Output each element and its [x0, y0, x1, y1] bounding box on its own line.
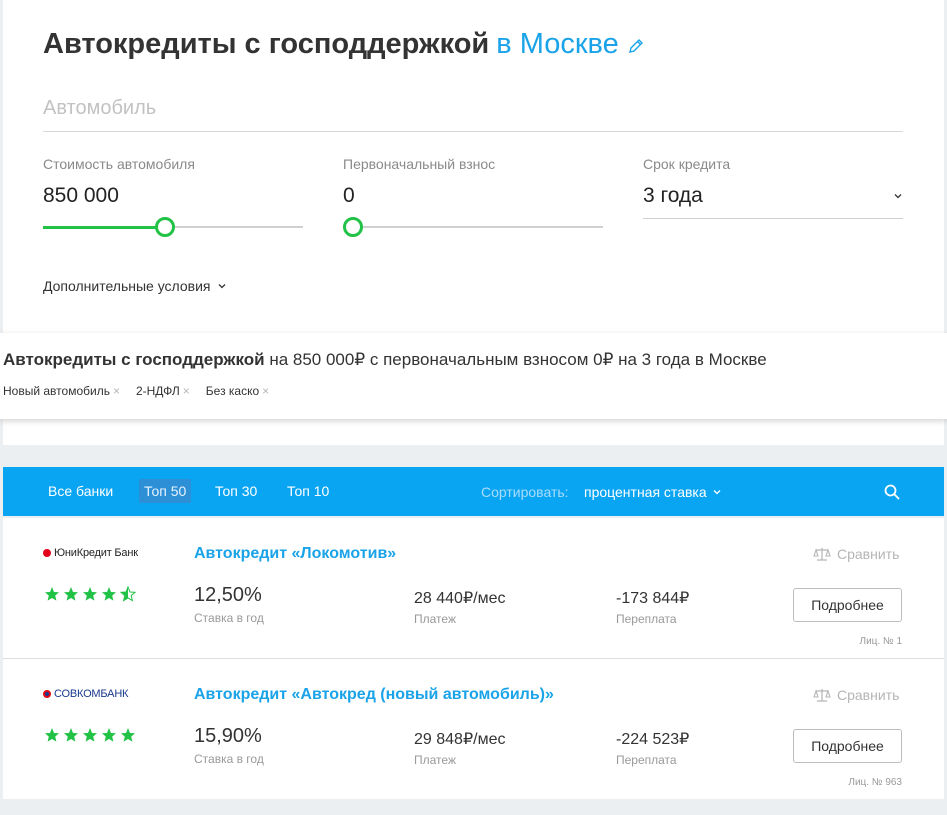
tab-top-10[interactable]: Топ 10: [282, 479, 334, 503]
payment-value: 29 848₽/мес: [414, 731, 506, 748]
sort-label: Сортировать:: [481, 484, 569, 500]
filter-tag-label: 2-НДФЛ: [135, 384, 180, 398]
extra-conditions-toggle[interactable]: Дополнительные условия: [43, 278, 227, 294]
rate-metric: 12,50% Ставка в год: [194, 584, 264, 625]
overpay-value: -224 523₽: [616, 731, 690, 748]
offer-title-link[interactable]: Автокредит «Локомотив»: [194, 545, 396, 563]
payment-metric: 29 848₽/мес Платеж: [414, 725, 505, 767]
tab-top-30[interactable]: Топ 30: [210, 479, 262, 503]
offer-card: ЮниКредит Банк Автокредит «Локомотив» 12…: [3, 518, 944, 659]
downpayment-field: Первоначальный взнос 0: [343, 156, 603, 237]
bank-logo: ЮниКредит Банк: [43, 547, 138, 559]
rate-metric: 15,90% Ставка в год: [194, 725, 264, 766]
offer-card: СОВКОМБАНК Автокредит «Автокред (новый а…: [3, 659, 944, 799]
filter-tag-label: Без каско: [205, 384, 260, 398]
car-search-input[interactable]: [43, 86, 903, 132]
overpay-label: Переплата: [616, 753, 677, 767]
chevron-down-icon: [218, 284, 225, 289]
pencil-icon[interactable]: [627, 37, 645, 55]
payment-label: Платеж: [414, 753, 456, 767]
price-field: Стоимость автомобиля 850 000: [43, 156, 303, 237]
bank-logo: СОВКОМБАНК: [43, 688, 128, 700]
star-icon: [64, 728, 78, 742]
filter-tag-label: Новый автомобиль: [3, 384, 110, 398]
star-icon: [83, 728, 97, 742]
sort-value: процентная ставка: [584, 484, 707, 500]
scales-icon: [813, 689, 831, 702]
star-icon: [102, 728, 116, 742]
details-button[interactable]: Подробнее: [793, 729, 902, 763]
overpay-value: -173 844₽: [616, 590, 690, 607]
term-value: 3 года: [643, 184, 703, 207]
star-icon: [102, 587, 116, 601]
star-icon: [45, 728, 59, 742]
price-slider-fill: [43, 226, 165, 229]
rate-value: 12,50%: [194, 584, 262, 606]
downpayment-label: Первоначальный взнос: [343, 156, 496, 172]
filter-tag: Новый автомобиль ×: [3, 384, 120, 398]
term-field: Срок кредита 3 года: [643, 156, 903, 219]
rate-label: Ставка в год: [194, 611, 264, 625]
overpay-metric: -173 844₽ Переплата: [616, 584, 689, 626]
star-icon: [45, 587, 59, 601]
close-icon[interactable]: ×: [183, 384, 190, 398]
details-button[interactable]: Подробнее: [793, 588, 902, 622]
term-select[interactable]: 3 года: [643, 184, 903, 219]
downpayment-slider[interactable]: [343, 217, 603, 237]
offer-title-link[interactable]: Автокредит «Автокред (новый автомобиль)»: [194, 686, 554, 704]
close-icon[interactable]: ×: [262, 384, 269, 398]
license-number: Лиц. № 1: [859, 636, 903, 647]
scales-icon: [813, 548, 831, 561]
page-title: Автокредиты с господдержкой: [43, 28, 490, 60]
bank-name: ЮниКредит Банк: [54, 547, 138, 559]
sort-select[interactable]: процентная ставка: [584, 484, 722, 500]
filter-tag: Без каско ×: [206, 384, 269, 398]
search-icon[interactable]: [883, 483, 901, 501]
license-number: Лиц. № 963: [848, 777, 902, 788]
price-slider-handle[interactable]: [155, 217, 175, 237]
star-icon: [64, 587, 78, 601]
bank-logo-mark: [43, 549, 51, 557]
results-toolbar: Все банки Топ 50 Топ 30 Топ 10 Сортирова…: [3, 467, 944, 516]
bank-logo-mark: [43, 690, 51, 698]
star-icon: [121, 728, 135, 742]
summary-title-rest: на 850 000₽ с первоначальным взносом 0₽ …: [264, 350, 767, 369]
summary-title: Автокредиты с господдержкой на 850 000₽ …: [3, 350, 767, 370]
chevron-down-icon: [894, 194, 902, 199]
page-title-row: Автокредиты с господдержкой в Москве: [43, 28, 645, 61]
city-link[interactable]: в Москве: [496, 28, 618, 61]
price-value[interactable]: 850 000: [43, 184, 303, 210]
tab-all-banks[interactable]: Все банки: [43, 479, 118, 503]
extra-conditions-label: Дополнительные условия: [43, 278, 211, 294]
filter-tag: 2-НДФЛ ×: [136, 384, 190, 398]
rating-stars: [44, 586, 136, 602]
compare-label: Сравнить: [837, 546, 900, 562]
tab-top-50[interactable]: Топ 50: [139, 479, 192, 503]
close-icon[interactable]: ×: [113, 384, 120, 398]
search-summary: Автокредиты с господдержкой на 850 000₽ …: [0, 333, 947, 419]
rate-value: 15,90%: [194, 725, 262, 747]
term-label: Срок кредита: [643, 156, 731, 172]
summary-title-bold: Автокредиты с господдержкой: [3, 350, 265, 369]
price-label: Стоимость автомобиля: [43, 156, 195, 172]
overpay-metric: -224 523₽ Переплата: [616, 725, 689, 767]
compare-label: Сравнить: [837, 687, 900, 703]
star-icon: [83, 587, 97, 601]
rating-stars: [44, 727, 136, 743]
payment-value: 28 440₽/мес: [414, 590, 506, 607]
chevron-down-icon: [713, 490, 721, 495]
downpayment-slider-handle[interactable]: [343, 217, 363, 237]
payment-label: Платеж: [414, 612, 456, 626]
compare-toggle[interactable]: Сравнить: [813, 687, 899, 703]
compare-toggle[interactable]: Сравнить: [813, 546, 899, 562]
payment-metric: 28 440₽/мес Платеж: [414, 584, 505, 626]
filter-tags: Новый автомобиль × 2-НДФЛ × Без каско ×: [3, 384, 269, 398]
rate-label: Ставка в год: [194, 752, 264, 766]
downpayment-value[interactable]: 0: [343, 184, 603, 210]
bank-name: СОВКОМБАНК: [54, 688, 129, 700]
price-slider[interactable]: [43, 217, 303, 237]
star-icon: [120, 586, 136, 602]
overpay-label: Переплата: [616, 612, 677, 626]
